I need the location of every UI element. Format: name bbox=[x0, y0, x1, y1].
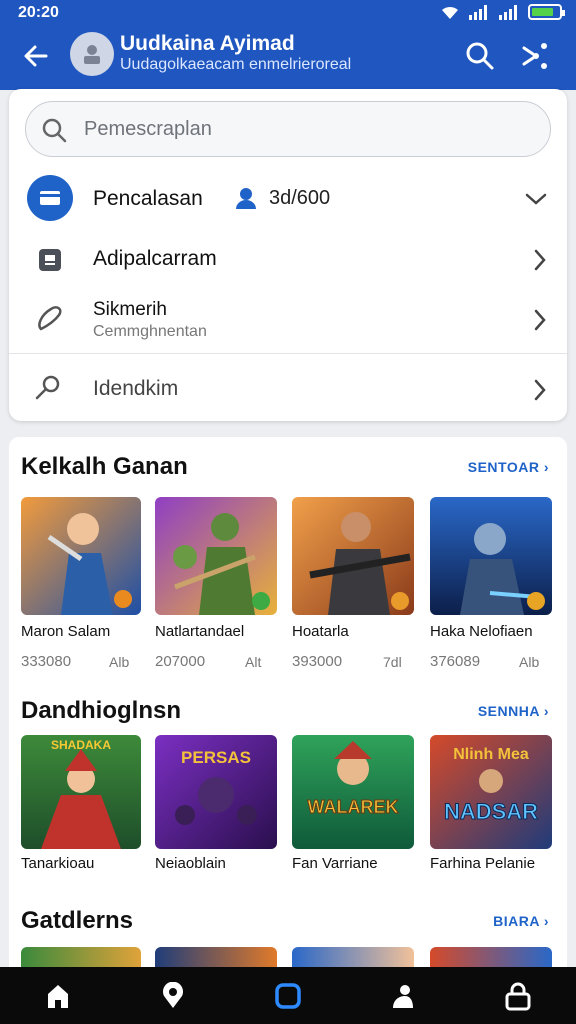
menu-row-label: Idendkim bbox=[93, 377, 179, 400]
section-see-all-link[interactable]: SENNHA › bbox=[478, 703, 549, 719]
share-icon[interactable] bbox=[520, 40, 550, 72]
game-title: Tanarkioau bbox=[21, 855, 95, 872]
back-arrow-icon[interactable] bbox=[20, 40, 52, 72]
menu-row-sikmerih[interactable]: Sikmerih Cemmghnentan bbox=[9, 293, 567, 349]
section-title: Kelkalh Ganan bbox=[21, 453, 188, 480]
game-art: Nlinh Mea NADSAR bbox=[430, 735, 552, 849]
game-title: Farhina Pelanie bbox=[430, 855, 536, 872]
game-art bbox=[21, 497, 141, 615]
key-icon bbox=[35, 375, 60, 400]
game-title: Fan Varriane bbox=[292, 855, 378, 872]
menu-row-sub: Cemmghnentan bbox=[93, 323, 207, 340]
game-count: 393000 bbox=[292, 653, 343, 670]
art-text: WALAREK bbox=[308, 797, 399, 817]
avatar[interactable] bbox=[70, 32, 114, 76]
document-icon bbox=[39, 249, 61, 271]
game-badge: Alt bbox=[245, 654, 262, 670]
game-tile[interactable]: Nlinh Mea NADSAR bbox=[430, 735, 552, 849]
game-count: 376089 bbox=[430, 653, 481, 670]
nav-home[interactable] bbox=[33, 971, 83, 1021]
lock-icon bbox=[505, 982, 531, 1010]
game-tile[interactable]: WALAREK bbox=[292, 735, 414, 849]
chevron-right-icon[interactable] bbox=[533, 309, 547, 331]
game-badge: Alb bbox=[519, 654, 540, 670]
game-title: Neiaoblain bbox=[155, 855, 226, 872]
search-field[interactable] bbox=[25, 101, 551, 157]
bottom-nav bbox=[0, 967, 576, 1024]
game-art: WALAREK bbox=[292, 735, 414, 849]
game-count: 207000 bbox=[155, 653, 206, 670]
signal-icon-2 bbox=[499, 5, 517, 20]
brush-icon bbox=[38, 306, 62, 331]
game-art: SHADAKA bbox=[21, 735, 141, 849]
menu-row-adipalcarram[interactable]: Adipalcarram bbox=[9, 237, 567, 285]
profile-icon bbox=[84, 45, 100, 64]
divider bbox=[9, 353, 567, 354]
art-text: NADSAR bbox=[444, 799, 538, 824]
game-title: Maron Salam bbox=[21, 623, 111, 640]
game-tile[interactable] bbox=[430, 497, 552, 615]
status-time: 20:20 bbox=[18, 4, 59, 21]
game-badge: Alb bbox=[109, 654, 130, 670]
card-icon bbox=[27, 175, 73, 221]
person-icon bbox=[393, 984, 414, 1008]
status-icons bbox=[440, 4, 565, 20]
game-title: Haka Nelofiaen bbox=[430, 623, 533, 640]
game-tile[interactable] bbox=[292, 497, 414, 615]
game-title: Natlartandael bbox=[155, 623, 245, 640]
chevron-right-icon[interactable] bbox=[533, 379, 547, 401]
menu-row-idendkim[interactable]: Idendkim bbox=[9, 365, 567, 413]
app-bar: Uudkaina Ayimad Uudagolkaeacam enmelrier… bbox=[0, 26, 576, 90]
game-art: PERSAS bbox=[155, 735, 277, 849]
section-title: Gatdlerns bbox=[21, 907, 134, 934]
game-tile[interactable]: PERSAS bbox=[155, 735, 277, 849]
nav-lock[interactable] bbox=[493, 971, 543, 1021]
section-see-all-link[interactable]: SENTOAR › bbox=[468, 459, 549, 475]
square-icon bbox=[275, 982, 301, 1009]
options-card: Pencalasan 3d/600 Adipalcarram Sikmerih … bbox=[9, 89, 567, 421]
game-count: 333080 bbox=[21, 653, 72, 670]
menu-row-label: Pencalasan bbox=[93, 187, 203, 210]
home-icon bbox=[47, 984, 68, 1008]
battery-icon bbox=[528, 4, 565, 20]
member-count: 3d/600 bbox=[269, 187, 331, 209]
game-art bbox=[292, 497, 414, 615]
menu-row-label: Sikmerih bbox=[93, 299, 167, 320]
nav-person[interactable] bbox=[378, 971, 428, 1021]
link-label: BIARA bbox=[493, 913, 540, 929]
link-label: SENTOAR bbox=[467, 459, 540, 475]
status-bar: 20:20 bbox=[0, 0, 576, 26]
link-label: SENNHA bbox=[477, 703, 540, 719]
location-icon bbox=[162, 981, 183, 1008]
game-tile[interactable] bbox=[21, 497, 141, 615]
section-see-all-link[interactable]: BIARA › bbox=[493, 913, 549, 929]
art-text: SHADAKA bbox=[51, 738, 111, 752]
chevron-right-icon[interactable] bbox=[533, 249, 547, 271]
art-text: Nlinh Mea bbox=[453, 746, 529, 763]
game-tile[interactable]: SHADAKA bbox=[21, 735, 141, 849]
section-title: Dandhioglnsn bbox=[21, 697, 181, 724]
chat-title: Uudkaina Ayimad bbox=[120, 32, 295, 55]
chevron-down-icon[interactable] bbox=[525, 191, 547, 207]
game-art bbox=[430, 497, 552, 615]
wifi-icon bbox=[442, 6, 458, 20]
game-badge: 7dl bbox=[383, 654, 402, 670]
person-icon bbox=[236, 188, 256, 209]
game-tile[interactable] bbox=[155, 497, 277, 615]
menu-row-label: Adipalcarram bbox=[93, 247, 217, 270]
game-art bbox=[155, 497, 277, 615]
nav-square[interactable] bbox=[263, 971, 313, 1021]
menu-row-pencalasan[interactable]: Pencalasan 3d/600 bbox=[9, 173, 567, 229]
art-text: PERSAS bbox=[181, 748, 251, 767]
signal-icon bbox=[469, 5, 487, 20]
search-input[interactable] bbox=[84, 112, 524, 146]
search-icon bbox=[42, 118, 67, 143]
nav-location[interactable] bbox=[148, 971, 198, 1021]
search-icon[interactable] bbox=[464, 40, 496, 72]
chat-subtitle: Uudagolkaeacam enmelrieroreal bbox=[120, 56, 352, 73]
game-title: Hoatarla bbox=[292, 623, 349, 640]
games-panel: Kelkalh Ganan SENTOAR › Maron Salam Natl… bbox=[9, 437, 567, 977]
